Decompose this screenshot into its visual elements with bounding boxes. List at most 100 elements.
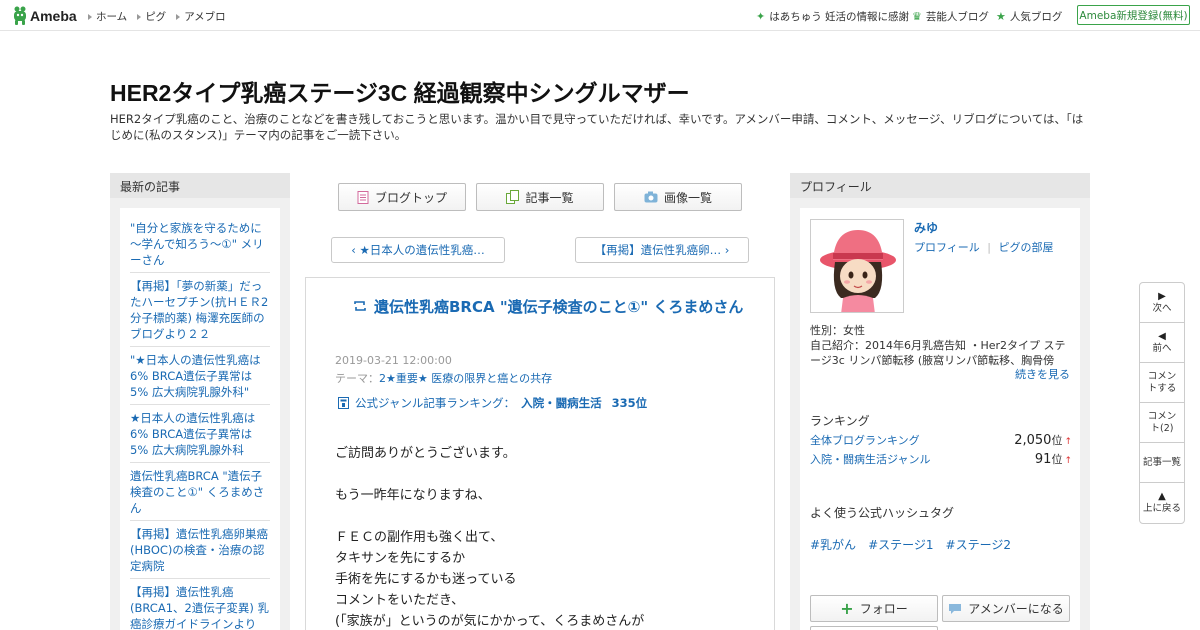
follow-label: フォロー <box>859 602 908 616</box>
profile-heading: プロフィール <box>790 173 1090 198</box>
ranking-value-group: 91位 ↑ <box>1035 451 1072 467</box>
nav-home[interactable]: ホーム <box>88 9 127 24</box>
article-body: ご訪問ありがとうございます。 もう一昨年になりますね、 ＦＥＣの副作用も強く出て… <box>335 443 755 630</box>
recent-articles-panel: "自分と家族を守るために～学んで知ろう～①" メリーさん 【再掲】「夢の新薬」だ… <box>110 198 290 630</box>
avatar[interactable] <box>810 219 904 313</box>
body-line: もう一昨年になりますね、 <box>335 488 491 503</box>
global-header: Ameba ホーム ピグ アメブロ ✦ はあちゅう 妊活の情報に感謝 ♛ 芸能人ブロ… <box>0 0 1200 31</box>
ranking-value-group: 2,050位 ↑ <box>1014 432 1072 448</box>
prev-button[interactable]: ◀ 前へ <box>1140 323 1184 363</box>
recent-article-link[interactable]: 【再掲】遺伝性乳癌(BRCA1、2遺伝子変異) 乳癌診療ガイドラインより <box>130 579 270 630</box>
profile-link[interactable]: プロフィール <box>914 241 980 254</box>
profile-card: みゆ プロフィール | ピグの部屋 性別：女性 自己紹介：2014年6月乳癌告知… <box>800 208 1080 630</box>
article-list-nav-button[interactable]: 記事一覧 <box>1140 443 1184 483</box>
ranking-row: 入院・闘病生活ジャンル 91位 ↑ <box>810 451 1072 467</box>
up-arrow-icon: ▲ <box>1158 491 1166 502</box>
rank-up-icon: ↑ <box>1064 437 1072 447</box>
document-icon <box>357 190 369 204</box>
comment-count-button[interactable]: コメント(2) <box>1140 403 1184 443</box>
comment-button[interactable]: コメントする <box>1140 363 1184 403</box>
back-to-top-button[interactable]: ▲ 上に戻る <box>1140 483 1184 523</box>
body-line: 手術を先にするかも迷っている <box>335 572 517 587</box>
recent-article-link[interactable]: 【再掲】遺伝性乳癌卵巣癌(HBOC)の検査・治療の認定病院 <box>130 521 270 579</box>
article-list-button[interactable]: 記事一覧 <box>476 183 604 211</box>
pigg-room-link[interactable]: ピグの部屋 <box>999 241 1054 254</box>
triangle-icon <box>176 13 181 20</box>
hashtag-link[interactable]: #ステージ2 <box>946 536 1011 553</box>
avatar-image <box>820 230 896 312</box>
ranking-unit: 位 <box>1051 453 1063 466</box>
back-icon: ◀ <box>1158 330 1166 342</box>
back-to-top-label: 上に戻る <box>1142 503 1181 514</box>
sparkle-icon: ✦ <box>756 10 766 23</box>
body-line: (「家族が」というのが気にかかって、くろまめさんが <box>335 614 645 629</box>
profile-name[interactable]: みゆ <box>914 219 938 236</box>
extra-button-edge <box>810 626 938 630</box>
crown-icon: ♛ <box>912 10 922 23</box>
profile-links: プロフィール | ピグの部屋 <box>914 239 1054 255</box>
signup-button[interactable]: Ameba新規登録(無料) <box>1077 5 1190 25</box>
amember-button[interactable]: アメンバーになる <box>942 595 1070 622</box>
popular-label: 人気ブログ <box>1009 11 1063 23</box>
genre-ranking[interactable]: 公式ジャンル記事ランキング： 入院・闘病生活 335位 <box>338 395 647 411</box>
recent-article-link[interactable]: ★日本人の遺伝性乳癌は6% BRCA遺伝子異常は5% 広大病院乳腺外科 <box>130 405 270 463</box>
article-title[interactable]: 遺伝性乳癌BRCA "遺伝子検査のこと①" くろまめさん <box>350 296 750 318</box>
comment-label: コメントする <box>1147 370 1177 394</box>
nav-ameblo[interactable]: アメブロ <box>176 9 226 24</box>
image-list-label: 画像一覧 <box>663 190 712 205</box>
speech-bubble-icon <box>949 603 962 614</box>
next-button[interactable]: ▶ 次へ <box>1140 283 1184 323</box>
link-divider: | <box>987 241 991 254</box>
hashtag-link[interactable]: #ステージ1 <box>868 536 933 553</box>
ranking-number: 91 <box>1034 452 1052 467</box>
prev-article-link[interactable]: ‹ ★日本人の遺伝性乳癌… <box>331 237 505 263</box>
nav-ameblo-label: アメブロ <box>184 11 226 23</box>
star-icon: ★ <box>996 10 1006 23</box>
ameba-logo-icon <box>14 6 26 25</box>
ameba-logo[interactable]: Ameba <box>12 6 77 25</box>
nav-home-label: ホーム <box>96 11 128 23</box>
recent-article-link[interactable]: 遺伝性乳癌BRCA "遺伝子検査のこと①" くろまめさん <box>130 463 270 521</box>
blog-title[interactable]: HER2タイプ乳癌ステージ3C 経過観察中シングルマザー <box>110 74 690 108</box>
celebrity-blog-link[interactable]: ♛ 芸能人ブログ <box>912 9 989 24</box>
hashtag-list: #乳がん #ステージ1 #ステージ2 <box>810 536 1011 553</box>
promo-link[interactable]: ✦ はあちゅう 妊活の情報に感謝 <box>756 9 909 24</box>
profile-intro: 自己紹介：2014年6月乳癌告知 ・Her2タイプ ステージ3c リンパ節転移 … <box>810 339 1066 367</box>
body-line: ＦＥＣの副作用も強く出て、 <box>335 530 504 545</box>
ranking-genre: 入院・闘病生活 <box>521 396 602 410</box>
celebrity-label: 芸能人ブログ <box>925 11 989 23</box>
nav-pigg[interactable]: ピグ <box>137 9 166 24</box>
body-line <box>335 464 755 485</box>
recent-article-link[interactable]: 【再掲】「夢の新薬」だったハーセプチン(抗ＨＥＲ2分子標的薬) 梅澤充医師のブロ… <box>130 273 270 347</box>
plus-icon: + <box>840 598 854 618</box>
recent-articles-list: "自分と家族を守るために～学んで知ろう～①" メリーさん 【再掲】「夢の新薬」だ… <box>120 208 280 630</box>
recent-article-link[interactable]: "自分と家族を守るために～学んで知ろう～①" メリーさん <box>130 216 270 273</box>
ranking-icon <box>338 397 349 409</box>
image-list-button[interactable]: 画像一覧 <box>614 183 742 211</box>
body-line: ご訪問ありがとうございます。 <box>335 446 516 461</box>
camera-icon <box>644 191 658 203</box>
ranking-heading: ランキング <box>810 414 870 428</box>
article-date: 2019-03-21 12:00:00 <box>335 354 452 367</box>
follow-button[interactable]: + フォロー <box>810 595 938 622</box>
profile-gender: 性別：女性 <box>810 324 865 337</box>
blog-description: HER2タイプ乳癌のこと、治療のことなどを書き残しておこうと思います。温かい目で… <box>110 112 1084 142</box>
overall-ranking-link[interactable]: 全体ブログランキング <box>810 432 920 448</box>
popular-blog-link[interactable]: ★ 人気ブログ <box>996 9 1062 24</box>
recent-articles-heading: 最新の記事 <box>110 173 290 198</box>
ranking-value: 335位 <box>611 396 648 410</box>
blog-top-button[interactable]: ブログトップ <box>338 183 466 211</box>
genre-ranking-link[interactable]: 入院・闘病生活ジャンル <box>810 451 930 467</box>
rank-up-icon: ↑ <box>1064 456 1072 466</box>
hashtag-link[interactable]: #乳がん <box>810 536 856 553</box>
recent-article-link[interactable]: "★日本人の遺伝性乳癌は6% BRCA遺伝子異常は5% 広大病院乳腺外科" <box>130 347 270 405</box>
comment-count-label: コメント(2) <box>1147 410 1177 434</box>
read-more-link[interactable]: 続きを見る <box>1015 366 1070 382</box>
next-label: 次へ <box>1152 302 1172 314</box>
play-icon: ▶ <box>1158 290 1166 302</box>
theme-link[interactable]: 2★重要★ 医療の限界と癌との共存 <box>379 372 552 385</box>
body-line <box>335 506 755 527</box>
hashtag-heading: よく使う公式ハッシュタグ <box>810 506 955 520</box>
article-list-label: 記事一覧 <box>525 190 574 205</box>
next-article-link[interactable]: 【再掲】遺伝性乳癌卵… › <box>575 237 749 263</box>
